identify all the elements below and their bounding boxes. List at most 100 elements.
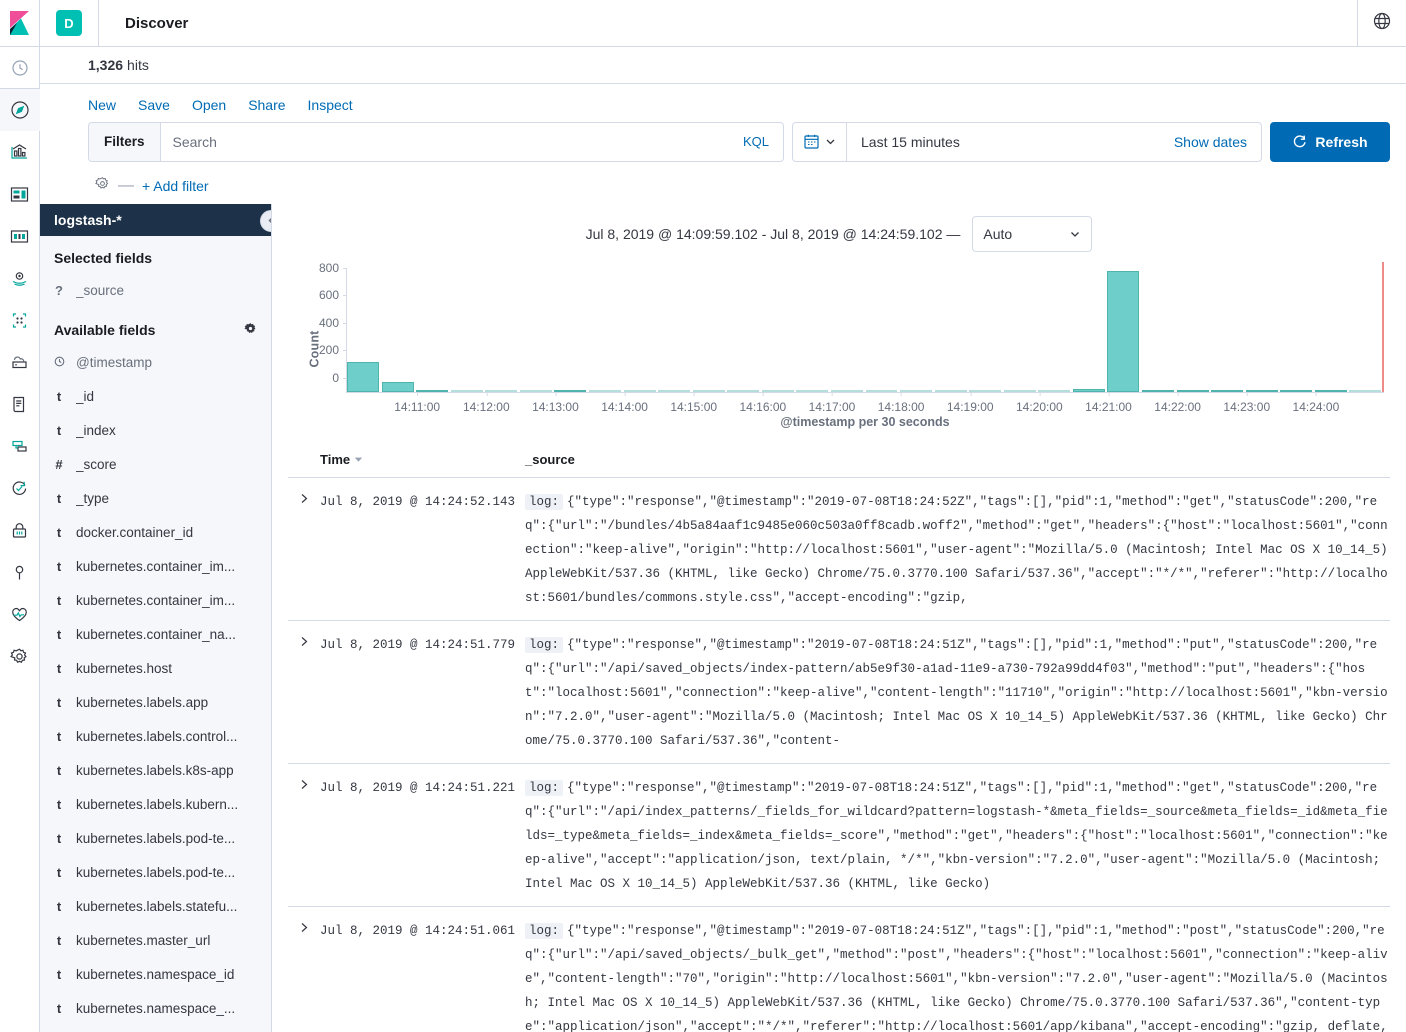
filters-tab[interactable]: Filters [89, 122, 161, 161]
query-language-button[interactable]: KQL [729, 123, 783, 161]
table-row[interactable]: Jul 8, 2019 @ 14:24:52.143 log: {"type":"r… [288, 478, 1390, 621]
field-item[interactable]: t kubernetes.labels.app [40, 686, 271, 720]
query-bar: Filters KQL Last 15 minutes Show dates [40, 121, 1406, 169]
nav-item-management[interactable] [0, 635, 40, 677]
field-name: kubernetes.container_im... [76, 559, 236, 575]
field-type-icon: t [56, 389, 62, 405]
calendar-dropdown-button[interactable] [793, 122, 847, 161]
nav-item-siem[interactable] [0, 509, 40, 551]
save-button[interactable]: Save [138, 97, 170, 113]
x-axis-tick: 14:22:00 [1154, 391, 1201, 414]
time-column-header[interactable]: Time [320, 452, 525, 467]
field-item[interactable]: t _id [40, 380, 271, 414]
field-item[interactable]: t kubernetes.labels.control... [40, 720, 271, 754]
globe-icon[interactable] [1372, 11, 1392, 36]
field-item[interactable]: t kubernetes.labels.k8s-app [40, 754, 271, 788]
field-item[interactable]: @timestamp [40, 346, 271, 380]
nav-item-apm[interactable] [0, 425, 40, 467]
field-item[interactable]: t kubernetes.namespace_... [40, 992, 271, 1026]
document-table: Time _source Jul 8, 2019 @ 14:24:52.143 l… [288, 446, 1390, 1032]
expand-row-button[interactable] [288, 919, 320, 1032]
nav-item-recently-viewed[interactable] [0, 47, 40, 89]
field-item[interactable]: t kubernetes.container_im... [40, 550, 271, 584]
refresh-button[interactable]: Refresh [1270, 121, 1390, 162]
field-item[interactable]: t kubernetes.labels.pod-te... [40, 856, 271, 890]
y-axis-tick: 0 [332, 371, 347, 385]
expand-row-button[interactable] [288, 633, 320, 753]
show-dates-button[interactable]: Show dates [1160, 123, 1261, 161]
nav-item-dev-tools[interactable] [0, 551, 40, 593]
field-name: kubernetes.container_im... [76, 593, 236, 609]
field-name: kubernetes.namespace_id [76, 967, 235, 983]
field-item[interactable]: t kubernetes.master_url [40, 924, 271, 958]
field-settings-gear-icon[interactable] [244, 322, 257, 338]
hits-count-row: 1,326 hits [40, 47, 1406, 85]
row-field-value: {"type":"response","@timestamp":"2019-07… [525, 780, 1388, 891]
field-name: kubernetes.master_url [76, 933, 211, 949]
available-fields-title: Available fields [40, 308, 271, 346]
histogram-bar[interactable] [1107, 270, 1140, 392]
share-button[interactable]: Share [248, 97, 285, 113]
field-type-icon: t [56, 933, 62, 949]
table-row[interactable]: Jul 8, 2019 @ 14:24:51.221 log: {"type":"r… [288, 764, 1390, 907]
field-item[interactable]: t _index [40, 414, 271, 448]
expand-row-button[interactable] [288, 490, 320, 610]
discover-main-panel: Jul 8, 2019 @ 14:09:59.102 - Jul 8, 2019… [272, 203, 1406, 1032]
field-item[interactable]: t kubernetes.host [40, 652, 271, 686]
histogram-bar[interactable] [347, 361, 379, 392]
nav-item-monitoring[interactable] [0, 593, 40, 635]
nav-item-infrastructure[interactable] [0, 341, 40, 383]
field-item[interactable]: # _score [40, 448, 271, 482]
field-item[interactable]: t kubernetes.container_na... [40, 618, 271, 652]
source-column-header[interactable]: _source [525, 452, 1390, 467]
field-item[interactable]: t _type [40, 482, 271, 516]
filter-settings-icon[interactable] [95, 176, 110, 196]
nav-item-maps[interactable] [0, 257, 40, 299]
interval-select[interactable]: Auto [972, 215, 1093, 252]
histogram-bar[interactable] [1349, 389, 1382, 392]
field-item[interactable]: t kubernetes.labels.statefu... [40, 890, 271, 924]
histogram-plot[interactable]: 0 200 400 600 800 14:11:00 14:12:00 14:13:00 14:… [319, 261, 1384, 414]
table-row[interactable]: Jul 8, 2019 @ 14:24:51.779 log: {"type":"r… [288, 621, 1390, 764]
field-name: kubernetes.namespace_... [76, 1001, 236, 1017]
field-item[interactable]: t kubernetes.namespace_id [40, 958, 271, 992]
search-input[interactable] [160, 122, 729, 161]
header-divider [98, 0, 99, 47]
index-pattern-selector[interactable]: logstash-* [40, 203, 271, 236]
histogram-bar[interactable] [381, 382, 414, 392]
nav-item-dashboard[interactable] [0, 173, 40, 215]
field-type-icon: # [55, 457, 63, 473]
field-item[interactable]: t kubernetes.labels.kubern... [40, 788, 271, 822]
nav-item-canvas[interactable] [0, 215, 40, 257]
field-type-icon: t [56, 967, 62, 983]
expand-column-header [288, 452, 320, 467]
nav-item-discover[interactable] [0, 89, 40, 131]
expand-row-button[interactable] [288, 776, 320, 896]
field-type-icon: t [56, 491, 62, 507]
nav-item-uptime[interactable] [0, 467, 40, 509]
inspect-button[interactable]: Inspect [308, 97, 353, 113]
nav-item-machine-learning[interactable] [0, 299, 40, 341]
nav-item-logs[interactable] [0, 383, 40, 425]
add-filter-button[interactable]: + Add filter [142, 178, 209, 194]
field-item[interactable]: t kubernetes.container_im... [40, 584, 271, 618]
x-axis-tick: 14:16:00 [739, 391, 786, 414]
new-button[interactable]: New [88, 97, 116, 113]
field-name: _source [76, 283, 125, 299]
open-button[interactable]: Open [192, 97, 226, 113]
field-type-icon: t [56, 661, 62, 677]
field-item-source[interactable]: ? _source [40, 274, 271, 308]
kibana-logo-icon[interactable] [0, 0, 40, 47]
x-axis-tick: 14:18:00 [878, 391, 924, 414]
row-source: log: {"type":"response","@timestamp":"201… [525, 776, 1390, 896]
field-type-icon: t [56, 593, 62, 609]
nav-item-visualize[interactable] [0, 131, 40, 173]
field-item[interactable]: t docker.container_id [40, 516, 271, 550]
header-actions[interactable] [1357, 0, 1406, 47]
date-range-value[interactable]: Last 15 minutes [847, 123, 1160, 161]
field-item[interactable]: t kubernetes.labels.pod-te... [40, 822, 271, 856]
table-row[interactable]: Jul 8, 2019 @ 14:24:51.061 log: {"type":"r… [288, 907, 1390, 1032]
hits-count: 1,326 [88, 57, 124, 74]
y-axis-tick: 400 [319, 316, 348, 330]
date-picker-group: Last 15 minutes Show dates [792, 121, 1262, 162]
